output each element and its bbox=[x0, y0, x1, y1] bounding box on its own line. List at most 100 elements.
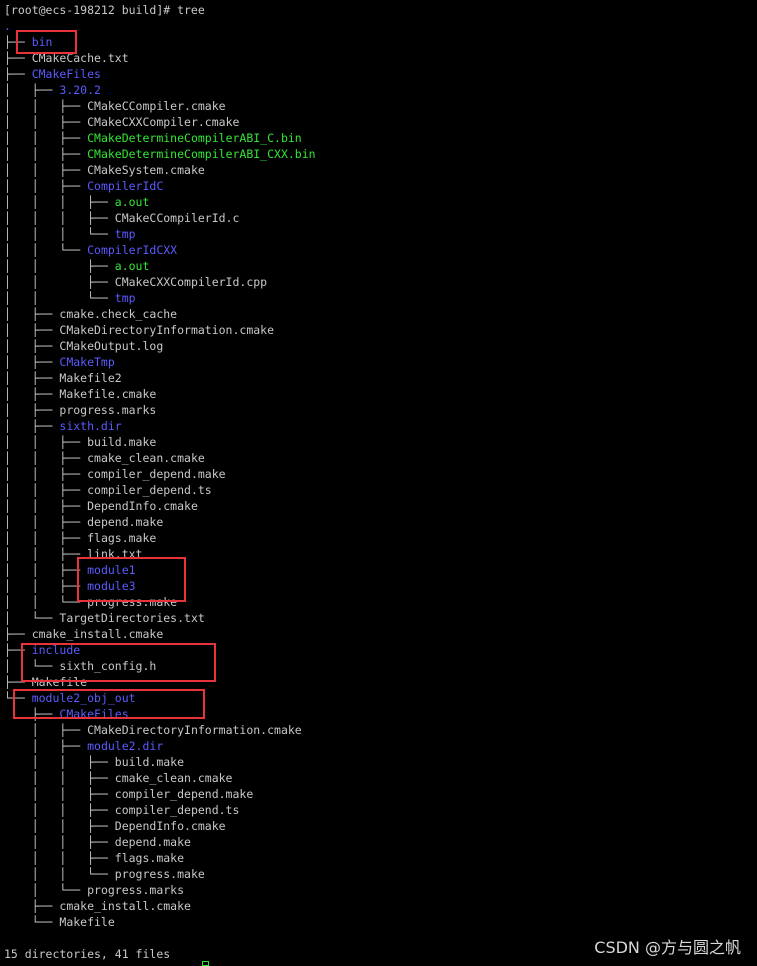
tree-entry: │ │ ├── DependInfo.cmake bbox=[4, 818, 226, 834]
tree-entry: │ └── sixth_config.h bbox=[4, 658, 156, 674]
tree-entry: │ │ ├── module3 bbox=[4, 578, 136, 594]
directory-name: module2_obj_out bbox=[31, 691, 136, 705]
directory-name: module2.dir bbox=[87, 739, 164, 753]
tree-entry: │ │ └── CompilerIdCXX bbox=[4, 242, 177, 258]
tree-entry: ├── CMakeCache.txt bbox=[4, 50, 129, 66]
file-name: CMakeCXXCompiler.cmake bbox=[87, 115, 240, 129]
tree-entry: │ ├── progress.marks bbox=[4, 402, 156, 418]
file-name: build.make bbox=[114, 755, 185, 769]
tree-branch: │ │ ├── bbox=[4, 787, 115, 801]
tree-branch: │ │ ├── bbox=[4, 515, 88, 529]
tree-entry: │ ├── CMakeDirectoryInformation.cmake bbox=[4, 722, 302, 738]
tree-entry: │ │ ├── link.txt bbox=[4, 546, 142, 562]
tree-branch: │ │ ├── bbox=[4, 771, 115, 785]
tree-branch: └── bbox=[4, 691, 32, 705]
tree-branch: ├── bbox=[4, 51, 32, 65]
file-name: Makefile bbox=[59, 915, 115, 929]
file-name: depend.make bbox=[114, 835, 191, 849]
tree-branch: │ ├── bbox=[4, 307, 60, 321]
directory-name: CompilerIdC bbox=[87, 179, 164, 193]
tree-entry: │ │ └── progress.make bbox=[4, 594, 177, 610]
tree-entry: │ ├── module2.dir bbox=[4, 738, 164, 754]
tree-branch: │ │ ├── bbox=[4, 435, 88, 449]
tree-entry: │ │ ├── build.make bbox=[4, 754, 184, 770]
tree-entry: │ │ ├── depend.make bbox=[4, 834, 191, 850]
tree-branch: │ │ ├── bbox=[4, 755, 115, 769]
tree-branch: │ │ ├── bbox=[4, 499, 88, 513]
tree-branch: ├── bbox=[4, 643, 32, 657]
tree-entry: │ ├── Makefile2 bbox=[4, 370, 122, 386]
tree-branch: │ │ │ ├── bbox=[4, 195, 115, 209]
file-name: progress.make bbox=[114, 867, 205, 881]
directory-name: 3.20.2 bbox=[59, 83, 101, 97]
tree-summary: 15 directories, 41 files bbox=[4, 947, 171, 961]
tree-entry: │ │ ├── CMakeCXXCompiler.cmake bbox=[4, 114, 239, 130]
tree-entry: │ │ └── progress.make bbox=[4, 866, 205, 882]
file-name: progress.marks bbox=[87, 883, 185, 897]
tree-entry: ├── CMakeFiles bbox=[4, 66, 101, 82]
tree-branch: │ │ ├── bbox=[4, 579, 88, 593]
file-name: cmake_install.cmake bbox=[31, 627, 164, 641]
terminal-window[interactable]: [root@ecs-198212 build]# tree . ├── bin ├─… bbox=[0, 0, 757, 966]
directory-name: CompilerIdCXX bbox=[87, 243, 178, 257]
directory-name: sixth.dir bbox=[59, 419, 122, 433]
tree-branch: │ │ │ └── bbox=[4, 227, 115, 241]
directory-name: module1 bbox=[87, 563, 136, 577]
directory-name: CMakeTmp bbox=[59, 355, 115, 369]
tree-branch: │ ├── bbox=[4, 739, 88, 753]
tree-branch: │ │ ├── bbox=[4, 115, 88, 129]
file-name: build.make bbox=[87, 435, 157, 449]
tree-entry: │ │ │ └── tmp bbox=[4, 226, 136, 242]
tree-branch: │ │ │ ├── bbox=[4, 211, 115, 225]
file-name: TargetDirectories.txt bbox=[59, 611, 205, 625]
file-name: CMakeCXXCompilerId.cpp bbox=[114, 275, 268, 289]
executable-name: a.out bbox=[114, 259, 150, 273]
tree-entry: │ │ ├── compiler_depend.ts bbox=[4, 482, 212, 498]
tree-entry: │ │ ├── CMakeDetermineCompilerABI_CXX.bi… bbox=[4, 146, 316, 162]
file-name: sixth_config.h bbox=[59, 659, 157, 673]
file-name: flags.make bbox=[114, 851, 185, 865]
file-name: CMakeDirectoryInformation.cmake bbox=[87, 723, 302, 737]
prompt-line: [root@ecs-198212 build]# tree bbox=[4, 3, 205, 17]
terminal-cursor bbox=[202, 961, 209, 966]
tree-entry: │ │ ├── DependInfo.cmake bbox=[4, 498, 198, 514]
tree-entry: │ │ ├── compiler_depend.make bbox=[4, 786, 254, 802]
file-name: progress.marks bbox=[59, 403, 157, 417]
file-name: Makefile bbox=[31, 675, 88, 689]
tree-branch: ├── bbox=[4, 67, 32, 81]
tree-entry: │ │ ├── CMakeSystem.cmake bbox=[4, 162, 205, 178]
directory-name: module3 bbox=[87, 579, 136, 593]
file-name: flags.make bbox=[87, 531, 157, 545]
tree-branch: │ ├── bbox=[4, 419, 60, 433]
tree-branch: ├── bbox=[4, 899, 60, 913]
directory-name: CMakeFiles bbox=[59, 707, 129, 721]
file-name: cmake.check_cache bbox=[59, 307, 178, 321]
tree-branch: │ ├── bbox=[4, 371, 60, 385]
tree-entry: │ │ │ ├── a.out bbox=[4, 194, 149, 210]
tree-branch: │ │ ├── bbox=[4, 547, 88, 561]
tree-entry: ├── include bbox=[4, 642, 80, 658]
directory-name: bin bbox=[31, 35, 53, 49]
tree-entry: └── module2_obj_out bbox=[4, 690, 136, 706]
file-name: CMakeSystem.cmake bbox=[87, 163, 205, 177]
tree-entry: │ ├── CMakeTmp bbox=[4, 354, 115, 370]
tree-entry: │ │ └── tmp bbox=[4, 290, 136, 306]
executable-name: CMakeDetermineCompilerABI_C.bin bbox=[87, 131, 302, 145]
file-name: compiler_depend.ts bbox=[87, 483, 212, 497]
file-name: CMakeCache.txt bbox=[31, 51, 129, 65]
tree-branch: │ │ ├── bbox=[4, 131, 88, 145]
tree-entry: │ │ ├── depend.make bbox=[4, 514, 163, 530]
file-name: cmake_clean.cmake bbox=[87, 451, 205, 465]
tree-entry: ├── bin bbox=[4, 34, 52, 50]
tree-entry: │ ├── cmake.check_cache bbox=[4, 306, 177, 322]
tree-entry: │ │ ├── a.out bbox=[4, 258, 149, 274]
tree-branch: ├── bbox=[4, 627, 32, 641]
tree-entry: │ │ ├── CMakeDetermineCompilerABI_C.bin bbox=[4, 130, 302, 146]
file-name: compiler_depend.ts bbox=[114, 803, 240, 817]
tree-entry: ├── cmake_install.cmake bbox=[4, 898, 191, 914]
tree-branch: │ │ ├── bbox=[4, 819, 115, 833]
tree-branch: │ │ ├── bbox=[4, 563, 88, 577]
tree-entry: │ │ │ ├── CMakeCCompilerId.c bbox=[4, 210, 239, 226]
tree-branch: ├── bbox=[4, 35, 32, 49]
file-name: cmake_clean.cmake bbox=[114, 771, 233, 785]
